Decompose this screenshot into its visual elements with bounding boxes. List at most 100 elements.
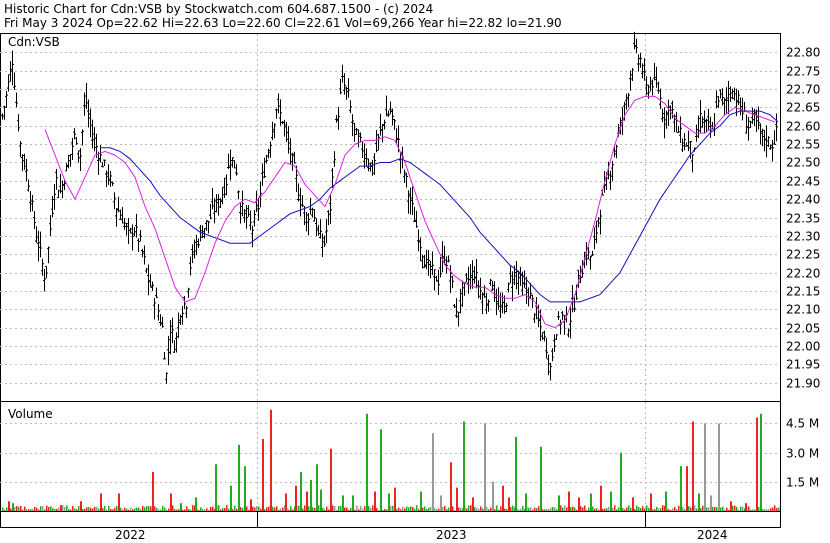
volume-bar (158, 509, 160, 511)
stock-chart: 22.80 22.75 22.70 22.65 22.60 22.55 22.50 22.45… (0, 31, 820, 542)
volume-bar (142, 506, 144, 511)
volume-spike-bar (704, 423, 706, 511)
volume-bar (586, 509, 588, 511)
volume-spike-bar (238, 444, 240, 511)
volume-bar (728, 509, 730, 511)
volume-bar (168, 508, 170, 511)
volume-spike-bar (632, 497, 634, 511)
volume-bar (292, 509, 294, 511)
volume-bar (712, 506, 714, 511)
volume-spike-bar (492, 481, 494, 511)
volume-bar (740, 506, 742, 511)
volume-bar (574, 507, 576, 511)
price-tick-label: 22.25 (786, 248, 820, 262)
symbol-label: Cdn:VSB (8, 35, 60, 49)
volume-bar (762, 509, 764, 511)
volume-bar (10, 508, 12, 511)
volume-bar (122, 509, 124, 511)
volume-bar (562, 507, 564, 511)
volume-bar (274, 507, 276, 511)
volume-bar (742, 506, 744, 511)
volume-spike-bar (388, 493, 390, 511)
volume-bar (454, 509, 456, 511)
volume-bar (90, 508, 92, 511)
volume-bar (486, 506, 488, 511)
volume-bar (82, 509, 84, 511)
volume-bar (530, 507, 532, 511)
volume-bar (308, 506, 310, 511)
volume-bar (156, 508, 158, 511)
volume-bar (572, 506, 574, 511)
volume-bar (128, 509, 130, 511)
volume-bar (552, 507, 554, 511)
volume-bar (706, 507, 708, 511)
volume-bar (140, 509, 142, 511)
volume-spike-bar (456, 487, 458, 511)
volume-bar (404, 508, 406, 511)
volume-bar (690, 507, 692, 511)
price-axis-ticks: 22.80 22.75 22.70 22.65 22.60 22.55 22.50 22.45… (786, 46, 820, 391)
volume-bar (726, 507, 728, 511)
volume-bar (504, 508, 506, 511)
volume-bar (258, 506, 260, 511)
volume-bar (626, 507, 628, 511)
volume-bar (198, 509, 200, 511)
volume-bar (598, 509, 600, 511)
volume-bar (212, 506, 214, 511)
price-tick-label: 22.75 (786, 65, 820, 79)
volume-bar (74, 508, 76, 511)
volume-bar (772, 507, 774, 511)
volume-bar (750, 509, 752, 511)
volume-bar (340, 505, 342, 511)
volume-bar (580, 506, 582, 511)
volume-bar (522, 505, 524, 511)
volume-bar (124, 507, 126, 511)
volume-spike-bar (394, 487, 396, 511)
volume-spike-bar (698, 493, 700, 511)
volume-bar (606, 508, 608, 511)
volume-bar (302, 508, 304, 511)
volume-bar (278, 509, 280, 511)
volume-bar (544, 509, 546, 511)
volume-bar (154, 506, 156, 511)
volume-bar (622, 508, 624, 511)
volume-bar (370, 507, 372, 511)
volume-bar (344, 507, 346, 511)
volume-bar (642, 506, 644, 511)
volume-bar (564, 505, 566, 511)
volume-bar (116, 505, 118, 511)
volume-bar (88, 507, 90, 511)
volume-bar (594, 508, 596, 511)
volume-bar (614, 505, 616, 511)
volume-bar (134, 508, 136, 511)
volume-tick-label: 3.0 M (786, 447, 819, 461)
volume-bar (232, 509, 234, 511)
volume-spike-bar (730, 501, 732, 511)
price-tick-label: 22.35 (786, 212, 820, 226)
volume-bar (204, 509, 206, 511)
volume-tick-label: 4.5 M (786, 417, 819, 431)
volume-bar (656, 506, 658, 511)
volume-bar (206, 508, 208, 511)
volume-bar (66, 505, 68, 511)
volume-bar (70, 509, 72, 511)
volume-bar (634, 509, 636, 511)
volume-bar (576, 509, 578, 511)
volume-bar (770, 508, 772, 511)
price-tick-label: 22.80 (786, 46, 820, 60)
volume-bar (566, 507, 568, 511)
volume-spike-bar (342, 495, 344, 511)
volume-bar (446, 509, 448, 511)
volume-spike-bar (215, 464, 217, 511)
volume-bar (406, 506, 408, 511)
year-label-2024: 2024 (697, 528, 728, 542)
volume-bar (628, 505, 630, 511)
volume-bar (40, 506, 42, 511)
volume-bar (144, 507, 146, 511)
volume-bar (266, 507, 268, 511)
volume-bar (208, 509, 210, 511)
volume-bar (192, 505, 194, 511)
volume-bar (184, 509, 186, 511)
volume-bar (224, 508, 226, 511)
volume-bar (382, 509, 384, 511)
